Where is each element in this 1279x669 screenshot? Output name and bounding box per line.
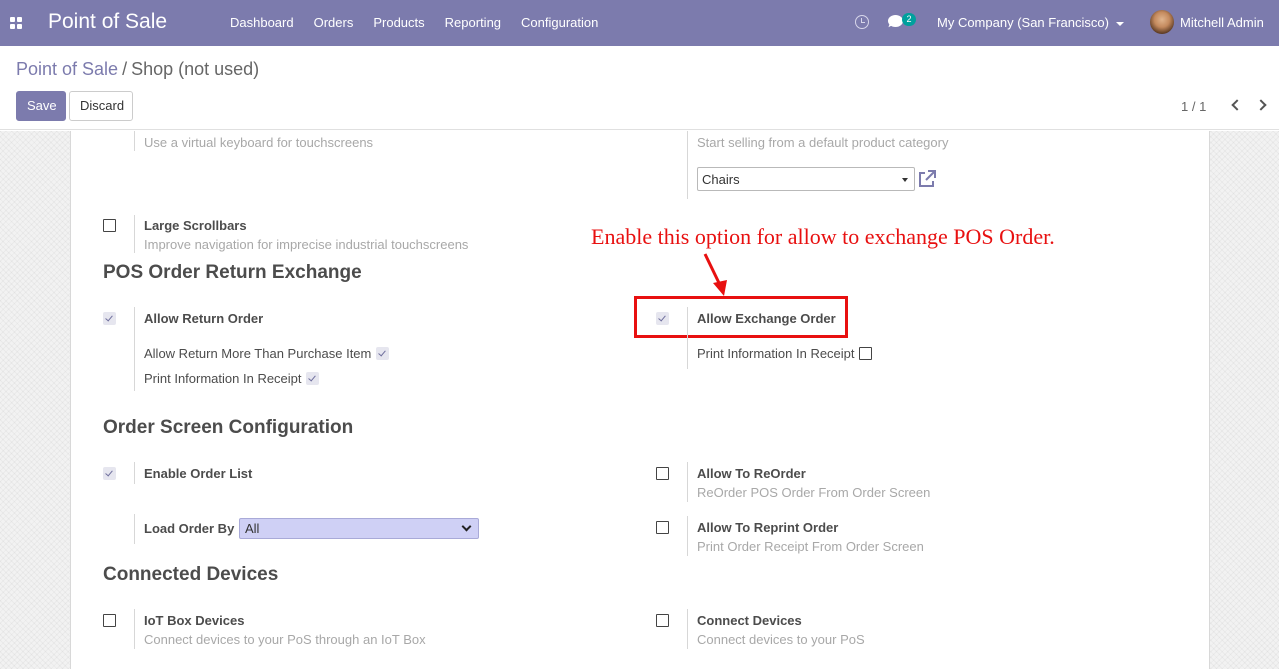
- breadcrumb-separator: /: [122, 59, 128, 79]
- allow-exchange-checkbox[interactable]: [656, 312, 669, 325]
- setting-divider: [687, 131, 688, 199]
- exchange-print-label: Print Information In Receipt: [697, 346, 855, 361]
- activity-clock-icon[interactable]: [855, 15, 869, 29]
- load-order-by-select[interactable]: All: [239, 518, 479, 539]
- app-title[interactable]: Point of Sale: [48, 10, 167, 34]
- save-button[interactable]: Save: [16, 91, 66, 121]
- return-more-checkbox[interactable]: [376, 347, 389, 360]
- pager-value[interactable]: 1 / 1: [1181, 99, 1206, 114]
- user-avatar[interactable]: [1150, 10, 1174, 34]
- default-category-desc: Start selling from a default product cat…: [697, 135, 949, 150]
- allow-return-checkbox[interactable]: [103, 312, 116, 325]
- menu-item-dashboard[interactable]: Dashboard: [220, 0, 304, 46]
- setting-divider: [687, 609, 688, 649]
- messages-chat-icon[interactable]: [888, 15, 903, 27]
- virtual-keyboard-desc: Use a virtual keyboard for touchscreens: [144, 135, 374, 150]
- return-exchange-section-title: POS Order Return Exchange: [103, 262, 362, 283]
- company-name: My Company (San Francisco): [937, 15, 1109, 30]
- reorder-label: Allow To ReOrder: [697, 466, 806, 481]
- menu-item-reporting[interactable]: Reporting: [435, 0, 511, 46]
- connect-devices-desc: Connect devices to your PoS: [697, 632, 865, 647]
- form-background: Use a virtual keyboard for touchscreens …: [0, 131, 1279, 669]
- setting-divider: [134, 131, 135, 151]
- reorder-checkbox[interactable]: [656, 467, 669, 480]
- form-sheet: Use a virtual keyboard for touchscreens …: [70, 131, 1210, 669]
- allow-exchange-label: Allow Exchange Order: [697, 311, 836, 326]
- enable-order-list-label: Enable Order List: [144, 466, 253, 481]
- pager-next-icon[interactable]: [1255, 99, 1267, 111]
- exchange-print-checkbox[interactable]: [859, 347, 872, 360]
- connect-devices-checkbox[interactable]: [656, 614, 669, 627]
- setting-divider: [134, 462, 135, 484]
- default-category-value: Chairs: [702, 172, 740, 187]
- setting-divider: [134, 215, 135, 253]
- return-print-checkbox[interactable]: [306, 372, 319, 385]
- reprint-checkbox[interactable]: [656, 521, 669, 534]
- breadcrumb-parent-link[interactable]: Point of Sale: [16, 59, 118, 79]
- connect-devices-label: Connect Devices: [697, 613, 802, 628]
- main-menu: Dashboard Orders Products Reporting Conf…: [220, 0, 608, 46]
- annotation-arrow-icon: [703, 253, 727, 296]
- load-order-by-value: All: [245, 521, 260, 536]
- menu-item-configuration[interactable]: Configuration: [511, 0, 608, 46]
- devices-section-title: Connected Devices: [103, 564, 279, 585]
- setting-divider: [687, 516, 688, 556]
- order-screen-section-title: Order Screen Configuration: [103, 417, 354, 438]
- large-scrollbars-label: Large Scrollbars: [144, 218, 247, 233]
- apps-menu-icon[interactable]: [10, 17, 22, 29]
- iot-box-label: IoT Box Devices: [144, 613, 245, 628]
- chevron-down-icon: [1115, 21, 1124, 26]
- setting-divider: [687, 307, 688, 369]
- setting-divider: [134, 609, 135, 649]
- setting-divider: [687, 462, 688, 502]
- default-category-select[interactable]: Chairs: [697, 167, 915, 191]
- return-print-label: Print Information In Receipt: [144, 371, 302, 386]
- iot-box-checkbox[interactable]: [103, 614, 116, 627]
- load-order-by-label: Load Order By: [144, 521, 235, 536]
- annotation-text: Enable this option for allow to exchange…: [591, 224, 1055, 249]
- breadcrumb-current: Shop (not used): [131, 59, 260, 79]
- reprint-desc: Print Order Receipt From Order Screen: [697, 539, 924, 554]
- control-panel: Point of Sale / Shop (not used) Save Disca…: [0, 46, 1279, 130]
- chevron-down-icon: [461, 521, 472, 532]
- return-more-label: Allow Return More Than Purchase Item: [144, 346, 372, 361]
- menu-item-products[interactable]: Products: [363, 0, 434, 46]
- top-navbar: Point of Sale Dashboard Orders Products …: [0, 0, 1279, 46]
- company-switcher[interactable]: My Company (San Francisco): [937, 0, 1124, 45]
- reorder-desc: ReOrder POS Order From Order Screen: [697, 485, 931, 500]
- large-scrollbars-desc: Improve navigation for imprecise industr…: [144, 237, 469, 252]
- chevron-down-icon: [902, 178, 908, 182]
- pager-previous-icon[interactable]: [1231, 99, 1243, 111]
- reprint-label: Allow To Reprint Order: [697, 520, 839, 535]
- setting-divider: [134, 307, 135, 391]
- allow-return-label: Allow Return Order: [144, 311, 264, 326]
- messages-count-badge: 2: [902, 13, 916, 26]
- discard-button[interactable]: Discard: [69, 91, 133, 121]
- large-scrollbars-checkbox[interactable]: [103, 219, 116, 232]
- external-link-icon[interactable]: [917, 169, 937, 189]
- menu-item-orders[interactable]: Orders: [304, 0, 364, 46]
- user-name[interactable]: Mitchell Admin: [1180, 0, 1264, 45]
- breadcrumb: Point of Sale / Shop (not used): [16, 59, 259, 80]
- iot-box-desc: Connect devices to your PoS through an I…: [144, 632, 426, 647]
- enable-order-list-checkbox[interactable]: [103, 467, 116, 480]
- setting-divider: [134, 514, 135, 544]
